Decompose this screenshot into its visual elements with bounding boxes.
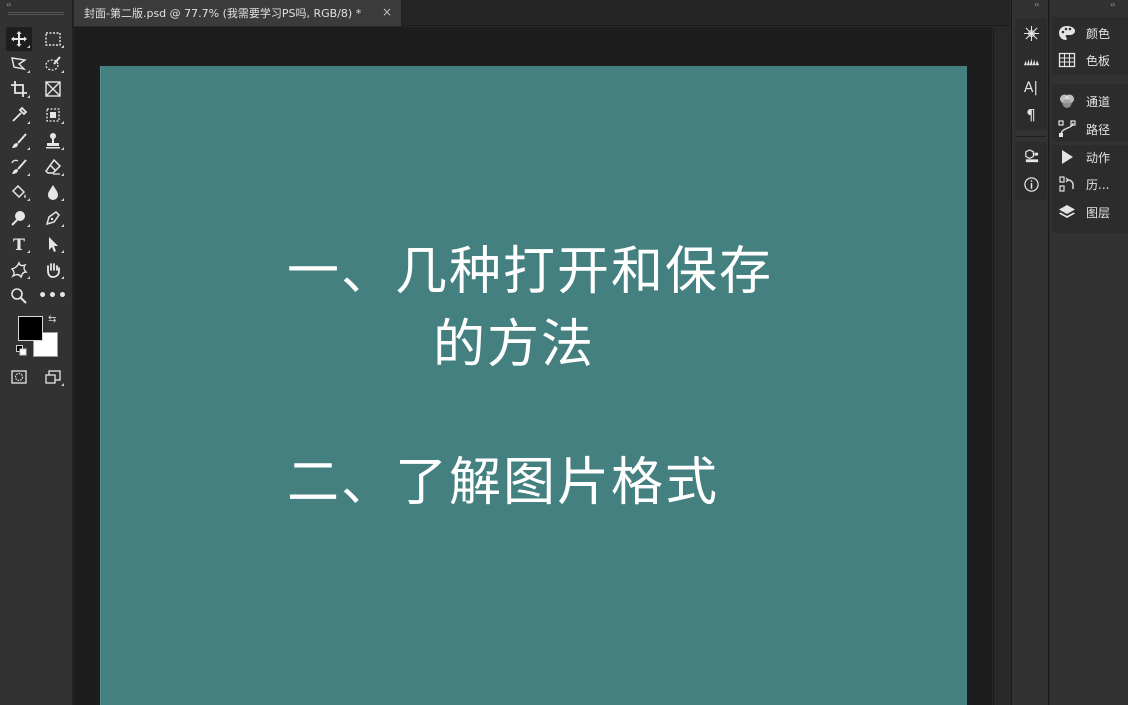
object-selection-icon bbox=[46, 108, 60, 122]
shape-icon bbox=[10, 261, 28, 279]
quick-selection-tool[interactable] bbox=[40, 52, 66, 76]
dodge-tool[interactable] bbox=[6, 206, 32, 230]
brush-tool[interactable] bbox=[6, 129, 32, 153]
canvas-text-line-1: 一、几种打开和保存 bbox=[287, 242, 774, 302]
document-workspace[interactable]: 一、几种打开和保存 的方法 二、了解图片格式 bbox=[74, 27, 992, 705]
panel-tab-actions[interactable]: 动作 bbox=[1058, 145, 1110, 169]
quick-mask-icon bbox=[11, 370, 27, 384]
libraries-icon[interactable] bbox=[1019, 145, 1043, 167]
character-icon[interactable]: A| bbox=[1019, 77, 1043, 99]
canvas-text-line-2: 的方法 bbox=[433, 315, 596, 375]
quick-mask-mode[interactable] bbox=[6, 365, 32, 389]
frame-tool[interactable] bbox=[40, 77, 66, 101]
vertical-scroll-gutter[interactable] bbox=[993, 27, 1010, 705]
brush-settings-icon[interactable] bbox=[1019, 22, 1043, 44]
default-colors-icon[interactable] bbox=[16, 345, 27, 356]
panel-tab-history[interactable]: 历... bbox=[1058, 172, 1109, 196]
panel-tab-label: 动作 bbox=[1086, 150, 1111, 165]
collapse-panels-icon[interactable]: ‹‹ bbox=[1110, 0, 1116, 9]
document-tab[interactable]: 封面-第二版.psd @ 77.7% (我需要学习PS吗, RGB/8) * × bbox=[74, 0, 401, 26]
screen-mode-icon bbox=[45, 370, 61, 384]
panel-tab-label: 颜色 bbox=[1086, 26, 1111, 41]
panel-tab-label: 图层 bbox=[1086, 205, 1111, 220]
toolbar-grip[interactable] bbox=[8, 12, 64, 15]
eyedropper-tool[interactable] bbox=[6, 103, 32, 127]
canvas-text-line-3: 二、了解图片格式 bbox=[287, 453, 720, 513]
path-selection-tool[interactable] bbox=[40, 232, 66, 256]
hand-icon bbox=[47, 263, 60, 278]
more-tools[interactable]: ••• bbox=[38, 284, 68, 308]
eraser-icon bbox=[45, 158, 62, 175]
lasso-icon bbox=[11, 57, 27, 71]
crop-icon bbox=[11, 81, 27, 97]
move-icon bbox=[11, 31, 27, 47]
play-icon bbox=[1062, 150, 1073, 164]
eyedropper-icon bbox=[12, 106, 28, 122]
panel-tab-label: 通道 bbox=[1086, 94, 1111, 109]
paint-bucket-tool[interactable] bbox=[6, 180, 32, 204]
paths-icon bbox=[1058, 120, 1076, 137]
brush-presets-icon[interactable] bbox=[1019, 49, 1043, 71]
crop-tool[interactable] bbox=[6, 77, 32, 101]
collapsed-panel-dock: ‹‹ A| ¶ bbox=[1011, 0, 1049, 705]
move-tool[interactable] bbox=[6, 27, 32, 51]
arrow-pointer-icon bbox=[49, 237, 58, 252]
polygonal-lasso-tool[interactable] bbox=[6, 52, 32, 76]
panel-tab-channels[interactable]: 通道 bbox=[1058, 89, 1110, 113]
document-tab-title: 封面-第二版.psd @ 77.7% (我需要学习PS吗, RGB/8) * bbox=[84, 7, 362, 20]
hand-tool[interactable] bbox=[40, 258, 66, 282]
pasteboard[interactable]: 一、几种打开和保存 的方法 二、了解图片格式 bbox=[74, 27, 992, 705]
paragraph-icon[interactable]: ¶ bbox=[1019, 104, 1043, 126]
clone-stamp-tool[interactable] bbox=[40, 129, 66, 153]
blur-drop-icon bbox=[48, 185, 58, 200]
screen-mode[interactable] bbox=[40, 365, 66, 389]
type-tool[interactable]: T bbox=[6, 232, 32, 256]
panel-tab-label: 路径 bbox=[1086, 122, 1111, 137]
panel-tab-paths[interactable]: 路径 bbox=[1058, 117, 1110, 141]
layers-icon bbox=[1059, 205, 1075, 218]
frame-icon bbox=[45, 81, 61, 97]
history-brush-icon bbox=[11, 159, 27, 174]
object-selection-tool[interactable] bbox=[40, 103, 66, 127]
panel-tab-swatches[interactable]: 色板 bbox=[1058, 48, 1110, 72]
zoom-tool[interactable] bbox=[6, 284, 32, 308]
panel-tab-layers[interactable]: 图层 bbox=[1058, 200, 1110, 224]
eraser-tool[interactable] bbox=[40, 155, 66, 179]
collapse-dock-icon[interactable]: ‹‹ bbox=[1034, 0, 1040, 9]
close-tab-icon[interactable]: × bbox=[382, 5, 392, 19]
document-tab-bar: 封面-第二版.psd @ 77.7% (我需要学习PS吗, RGB/8) * × bbox=[74, 0, 1010, 26]
swatches-grid-icon bbox=[1058, 52, 1076, 68]
more-dots-icon: ••• bbox=[38, 288, 68, 304]
panel-tab-label: 历... bbox=[1086, 177, 1110, 192]
swap-colors-icon[interactable]: ⇆ bbox=[48, 314, 56, 325]
pen-icon bbox=[45, 211, 60, 226]
channels-icon bbox=[1060, 94, 1074, 108]
document-canvas[interactable]: 一、几种打开和保存 的方法 二、了解图片格式 bbox=[100, 66, 967, 705]
quick-selection-icon bbox=[45, 56, 61, 71]
dodge-icon bbox=[11, 211, 25, 226]
magnifier-icon bbox=[11, 288, 27, 304]
panel-dock: ‹‹ 颜色 色板 通道 路径 动作 历... 图层 bbox=[1050, 0, 1128, 705]
blur-tool[interactable] bbox=[40, 180, 66, 204]
paint-bucket-icon bbox=[11, 184, 26, 199]
history-icon bbox=[1059, 176, 1074, 192]
pen-tool[interactable] bbox=[40, 206, 66, 230]
panel-separator bbox=[1016, 136, 1046, 137]
type-icon: T bbox=[13, 234, 25, 254]
collapse-toolbar-icon[interactable]: ‹‹ bbox=[6, 0, 12, 9]
history-brush-tool[interactable] bbox=[6, 155, 32, 179]
color-palette-icon bbox=[1059, 26, 1075, 40]
brush-icon bbox=[12, 133, 27, 148]
foreground-color-swatch[interactable] bbox=[18, 316, 43, 341]
stamp-icon bbox=[46, 133, 60, 149]
marquee-icon bbox=[45, 32, 61, 46]
custom-shape-tool[interactable] bbox=[6, 258, 32, 282]
tools-panel: ‹‹ T ••• ⇆ bbox=[0, 0, 73, 705]
panel-tab-color[interactable]: 颜色 bbox=[1058, 21, 1110, 45]
info-icon[interactable] bbox=[1019, 173, 1043, 195]
panel-tab-label: 色板 bbox=[1086, 53, 1111, 68]
rectangular-marquee-tool[interactable] bbox=[40, 27, 66, 51]
